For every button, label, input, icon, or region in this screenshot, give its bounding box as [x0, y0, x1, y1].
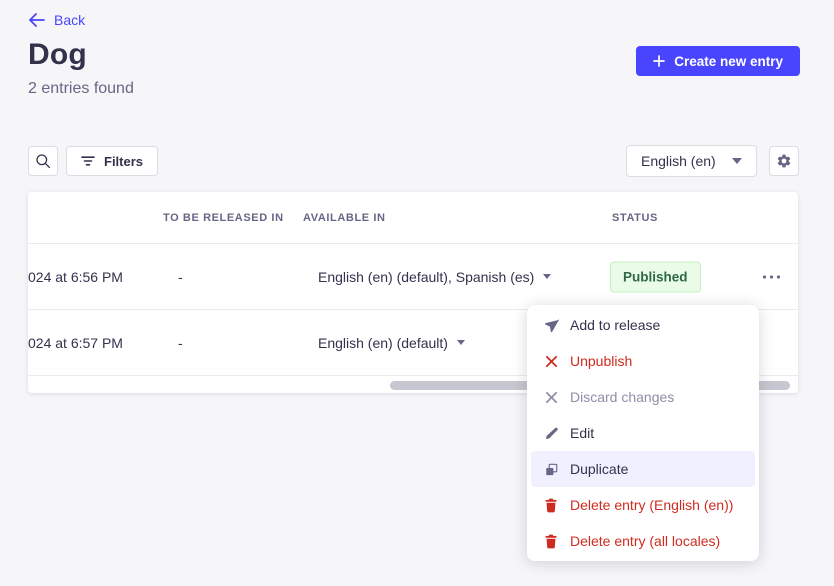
row-actions-button[interactable] [759, 271, 784, 282]
row-actions-menu: Add to release Unpublish Discard changes… [527, 305, 759, 561]
search-button[interactable] [28, 146, 58, 176]
chevron-down-icon [543, 274, 551, 279]
updated-at-cell: 024 at 6:57 PM [28, 335, 123, 351]
settings-button[interactable] [769, 146, 799, 176]
search-icon [35, 153, 51, 169]
menu-item-duplicate[interactable]: Duplicate [531, 451, 755, 487]
pencil-icon [543, 426, 559, 441]
gear-icon [776, 153, 792, 169]
updated-at-cell: 024 at 6:56 PM [28, 269, 123, 285]
back-link[interactable]: Back [28, 12, 85, 28]
column-header-available-in: AVAILABLE IN [303, 212, 386, 224]
menu-item-add-to-release[interactable]: Add to release [527, 307, 759, 343]
locale-select-value: English (en) [641, 153, 716, 169]
send-icon [543, 318, 559, 333]
back-arrow-icon [28, 13, 45, 27]
filter-icon [81, 156, 95, 166]
table-header-row: TO BE RELEASED IN AVAILABLE IN STATUS [28, 192, 798, 244]
cross-icon [543, 355, 559, 368]
menu-item-edit[interactable]: Edit [527, 415, 759, 451]
column-header-to-be-released-in: TO BE RELEASED IN [163, 212, 284, 224]
menu-item-delete-entry-locale[interactable]: Delete entry (English (en)) [527, 487, 759, 523]
locale-select[interactable]: English (en) [626, 145, 757, 177]
to-be-released-cell: - [178, 269, 183, 285]
cross-icon [543, 391, 559, 404]
page-title: Dog [28, 38, 87, 72]
plus-icon [653, 55, 665, 67]
available-in-cell[interactable]: English (en) (default), Spanish (es) [318, 269, 551, 285]
column-header-status: STATUS [612, 212, 658, 224]
filters-button[interactable]: Filters [66, 146, 158, 176]
menu-item-delete-entry-all-locales[interactable]: Delete entry (all locales) [527, 523, 759, 559]
trash-icon [543, 534, 559, 549]
available-in-cell[interactable]: English (en) (default) [318, 335, 465, 351]
to-be-released-cell: - [178, 335, 183, 351]
status-badge: Published [610, 261, 701, 292]
entries-count: 2 entries found [28, 80, 134, 98]
create-new-entry-button[interactable]: Create new entry [636, 46, 800, 76]
duplicate-icon [543, 462, 559, 477]
menu-item-unpublish[interactable]: Unpublish [527, 343, 759, 379]
trash-icon [543, 498, 559, 513]
chevron-down-icon [732, 158, 742, 164]
chevron-down-icon [457, 340, 465, 345]
content-manager-list-view: Back Dog 2 entries found Create new entr… [0, 0, 834, 586]
table-row[interactable]: 024 at 6:56 PM - English (en) (default),… [28, 244, 798, 310]
menu-item-discard-changes[interactable]: Discard changes [527, 379, 759, 415]
back-label: Back [54, 12, 85, 28]
